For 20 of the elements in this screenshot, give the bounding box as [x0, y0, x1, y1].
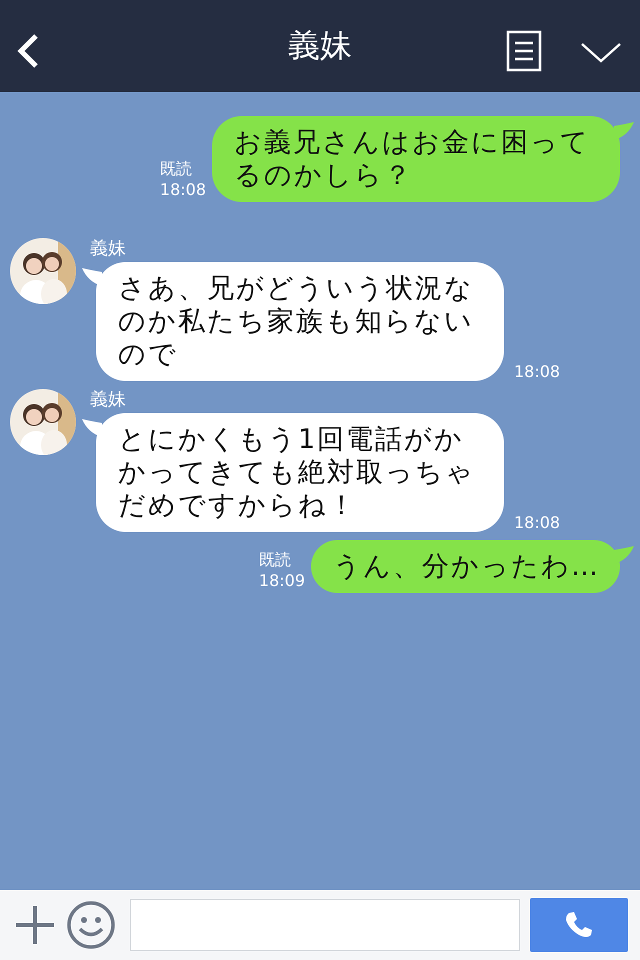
back-icon[interactable] — [16, 33, 40, 69]
message-bubble: さあ、兄がどういう状況なのか私たち家族も知らないので — [96, 262, 504, 381]
sender-name: 義妹 — [90, 238, 127, 260]
read-label: 既読 — [160, 158, 193, 179]
message-time: 18:08 — [160, 179, 206, 200]
message-time: 18:09 — [258, 570, 305, 591]
message-bubble: お義兄さんはお金に困ってるのかしら？ — [212, 116, 620, 202]
message-bubble: とにかくもう1回電話がかかってきても絶対取っちゃだめですからね！ — [96, 413, 504, 532]
chevron-down-icon[interactable] — [580, 42, 622, 64]
chat-title: 義妹 — [287, 25, 353, 66]
emoji-icon[interactable] — [66, 900, 116, 950]
read-label: 既読 — [258, 549, 292, 570]
menu-icon[interactable] — [506, 30, 542, 72]
plus-icon[interactable] — [14, 904, 56, 946]
call-button[interactable] — [530, 898, 628, 952]
message-time: 18:08 — [514, 362, 560, 381]
sender-name: 義妹 — [90, 389, 127, 411]
message-time: 18:08 — [514, 513, 560, 532]
message-input-field[interactable] — [130, 899, 520, 951]
message-bubble: うん、分かったわ… — [311, 540, 620, 593]
